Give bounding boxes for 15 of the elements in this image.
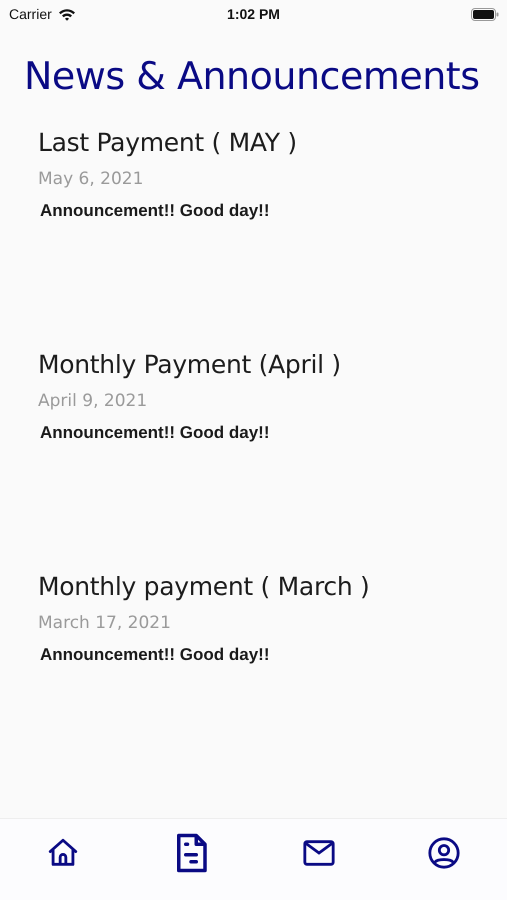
battery-icon	[471, 8, 499, 20]
post-date: April 9, 2021	[38, 391, 148, 411]
carrier-label: Carrier	[9, 6, 52, 22]
post-title[interactable]: Monthly Payment (April )	[38, 350, 507, 379]
post-body: Announcement!! Good day!!	[39, 423, 270, 443]
post-body: Announcement!! Good day!!	[39, 645, 270, 665]
profile-icon	[427, 836, 462, 870]
post-title[interactable]: Last Payment ( MAY )	[38, 128, 507, 157]
page-title: News & Announcements	[24, 54, 480, 98]
post-date: March 17, 2021	[38, 613, 172, 633]
post-title[interactable]: Monthly payment ( March )	[38, 572, 507, 601]
wifi-icon	[58, 8, 76, 20]
post-date: May 6, 2021	[38, 169, 144, 189]
status-time: 1:02 PM	[227, 6, 280, 22]
post-body: Announcement!! Good day!!	[39, 201, 270, 221]
